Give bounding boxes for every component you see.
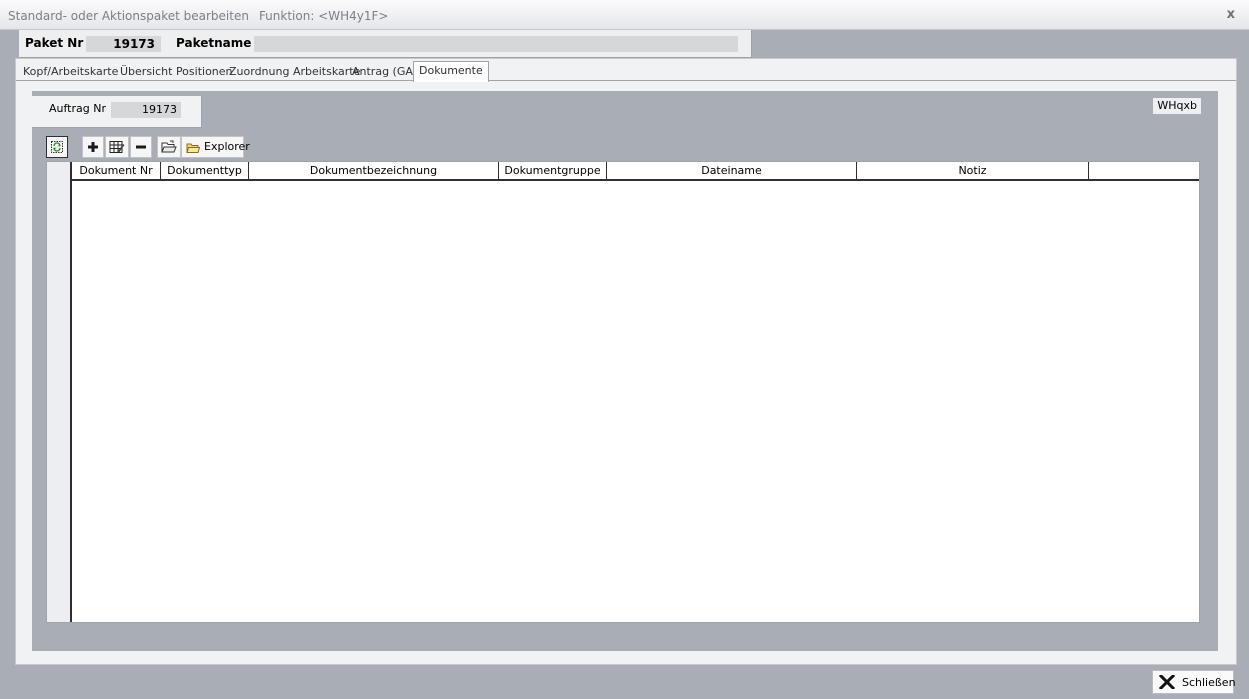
grid-header: Dokument Nr Dokumenttyp Dokumentbezeichn… (72, 162, 1199, 181)
tab-antrag-ga[interactable]: Antrag (GA) (352, 65, 417, 78)
window-title-text: Standard- oder Aktionspaket bearbeiten (8, 9, 249, 23)
open-folder-icon (161, 140, 177, 153)
plus-icon (88, 142, 98, 152)
remove-button[interactable] (130, 136, 152, 158)
tab-dokumente[interactable]: Dokumente (413, 61, 489, 82)
auftrag-box: Auftrag Nr 19173 (32, 96, 202, 128)
title-bar: Standard- oder Aktionspaket bearbeiten Fu… (0, 0, 1249, 30)
refresh-button[interactable] (46, 136, 68, 158)
folder-icon (186, 143, 200, 153)
paketname-label: Paketname (176, 36, 252, 50)
window-close-icon[interactable]: x (1227, 7, 1235, 22)
tab-zuordnung-arbeitskarte[interactable]: Zuordnung Arbeitskarte (229, 65, 360, 78)
documents-grid[interactable]: Dokument Nr Dokumenttyp Dokumentbezeichn… (46, 161, 1200, 623)
column-header-dokumentgruppe[interactable]: Dokumentgruppe (499, 162, 607, 180)
column-header-notiz[interactable]: Notiz (857, 162, 1089, 180)
paket-nr-field[interactable]: 19173 (86, 36, 161, 52)
package-header: Paket Nr 19173 Paketname (19, 30, 752, 58)
function-code: Funktion: <WH4y1F> (258, 9, 389, 23)
paketname-field[interactable] (254, 36, 738, 52)
close-button-label: Schließen (1182, 676, 1236, 689)
explorer-label: Explorer (204, 140, 250, 153)
explorer-button[interactable]: Explorer (181, 136, 250, 158)
edit-grid-icon (109, 141, 125, 153)
edit-button[interactable] (105, 136, 129, 158)
column-header-dokumentbezeichnung[interactable]: Dokumentbezeichnung (249, 162, 499, 180)
open-folder-button[interactable] (157, 136, 181, 158)
column-header-dateiname[interactable]: Dateiname (607, 162, 857, 180)
tab-kopf-arbeitskarte[interactable]: Kopf/Arbeitskarte (23, 65, 118, 78)
minus-icon (136, 145, 146, 149)
add-button[interactable] (82, 136, 104, 158)
column-header-dokumenttyp[interactable]: Dokumenttyp (161, 162, 249, 180)
refresh-icon (51, 141, 63, 153)
documents-panel: Auftrag Nr 19173 WHqxb Explorer Dokument… (32, 91, 1218, 651)
row-selector-column (47, 162, 72, 622)
auftrag-nr-label: Auftrag Nr (49, 102, 106, 115)
window-title: Standard- oder Aktionspaket bearbeiten Fu… (8, 9, 388, 23)
main-panel: Kopf/Arbeitskarte Übersicht Positionen Z… (15, 58, 1237, 665)
tab-bar: Kopf/Arbeitskarte Übersicht Positionen Z… (16, 59, 1236, 82)
close-button[interactable]: Schließen (1152, 670, 1236, 694)
tab-uebersicht-positionen[interactable]: Übersicht Positionen (120, 65, 233, 78)
paket-nr-label: Paket Nr (25, 36, 84, 50)
close-icon (1159, 675, 1175, 689)
auftrag-nr-field[interactable]: 19173 (111, 102, 181, 118)
form-code: WHqxb (1153, 98, 1201, 114)
column-header-dokument-nr[interactable]: Dokument Nr (72, 162, 161, 180)
